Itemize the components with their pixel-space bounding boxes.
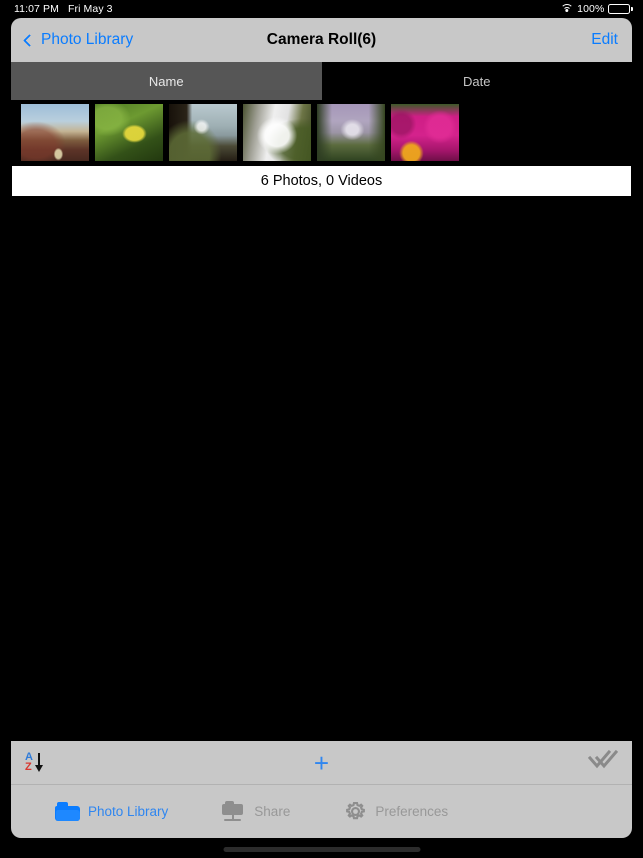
navigation-bar: Photo Library Camera Roll(6) Edit xyxy=(11,18,632,62)
tab-date[interactable]: Date xyxy=(321,62,632,100)
wifi-icon xyxy=(560,4,574,14)
tab-share[interactable]: Share xyxy=(222,801,290,822)
tab-photo-library[interactable]: Photo Library xyxy=(55,801,169,822)
tab-bar: Photo Library Share Preferences xyxy=(11,785,632,838)
tab-preferences-label: Preferences xyxy=(375,804,449,819)
thumbnail-white-cascade-moss[interactable] xyxy=(243,104,311,161)
status-time: 11:07 PM xyxy=(14,3,59,15)
home-indicator xyxy=(223,847,420,852)
status-date: Fri May 3 xyxy=(67,3,113,15)
edit-button[interactable]: Edit xyxy=(591,31,618,49)
thumbnail-strip xyxy=(11,100,632,166)
app-window: Photo Library Camera Roll(6) Edit Name D… xyxy=(11,18,632,838)
photo-count-bar-wrapper: 6 Photos, 0 Videos xyxy=(11,166,632,196)
folder-icon xyxy=(55,801,80,822)
thumbnail-waterfall-purple-sky[interactable] xyxy=(317,104,385,161)
tab-photo-library-label: Photo Library xyxy=(88,804,169,819)
bottom-toolbar: A Z + xyxy=(11,741,632,785)
photo-count-bar: 6 Photos, 0 Videos xyxy=(12,166,631,196)
tab-share-label: Share xyxy=(254,804,291,819)
thumbnail-yellow-pepper-plant[interactable] xyxy=(95,104,163,161)
add-button[interactable]: + xyxy=(11,750,632,776)
thumbnail-magenta-flowers[interactable] xyxy=(391,104,459,161)
gear-icon xyxy=(344,800,367,823)
ipad-screen: 11:07 PM Fri May 3 100% Photo Library Ca… xyxy=(0,0,643,858)
status-bar-right: 100% xyxy=(560,3,633,15)
battery-full-icon xyxy=(608,3,633,15)
thumbnail-coastal-dunes-grass[interactable] xyxy=(21,104,89,161)
back-button[interactable]: Photo Library xyxy=(23,31,134,49)
status-bar-left: 11:07 PM Fri May 3 xyxy=(14,3,113,15)
thumbnail-waterfall-cliff-river[interactable] xyxy=(169,104,237,161)
chevron-left-icon xyxy=(23,33,36,47)
share-network-folder-icon xyxy=(222,801,246,822)
back-button-label: Photo Library xyxy=(41,31,134,48)
tab-name[interactable]: Name xyxy=(11,62,322,100)
battery-percent-label: 100% xyxy=(577,3,605,15)
sort-segmented-control: Name Date xyxy=(11,62,632,100)
tab-preferences[interactable]: Preferences xyxy=(344,800,448,823)
status-bar: 11:07 PM Fri May 3 100% xyxy=(0,0,643,18)
